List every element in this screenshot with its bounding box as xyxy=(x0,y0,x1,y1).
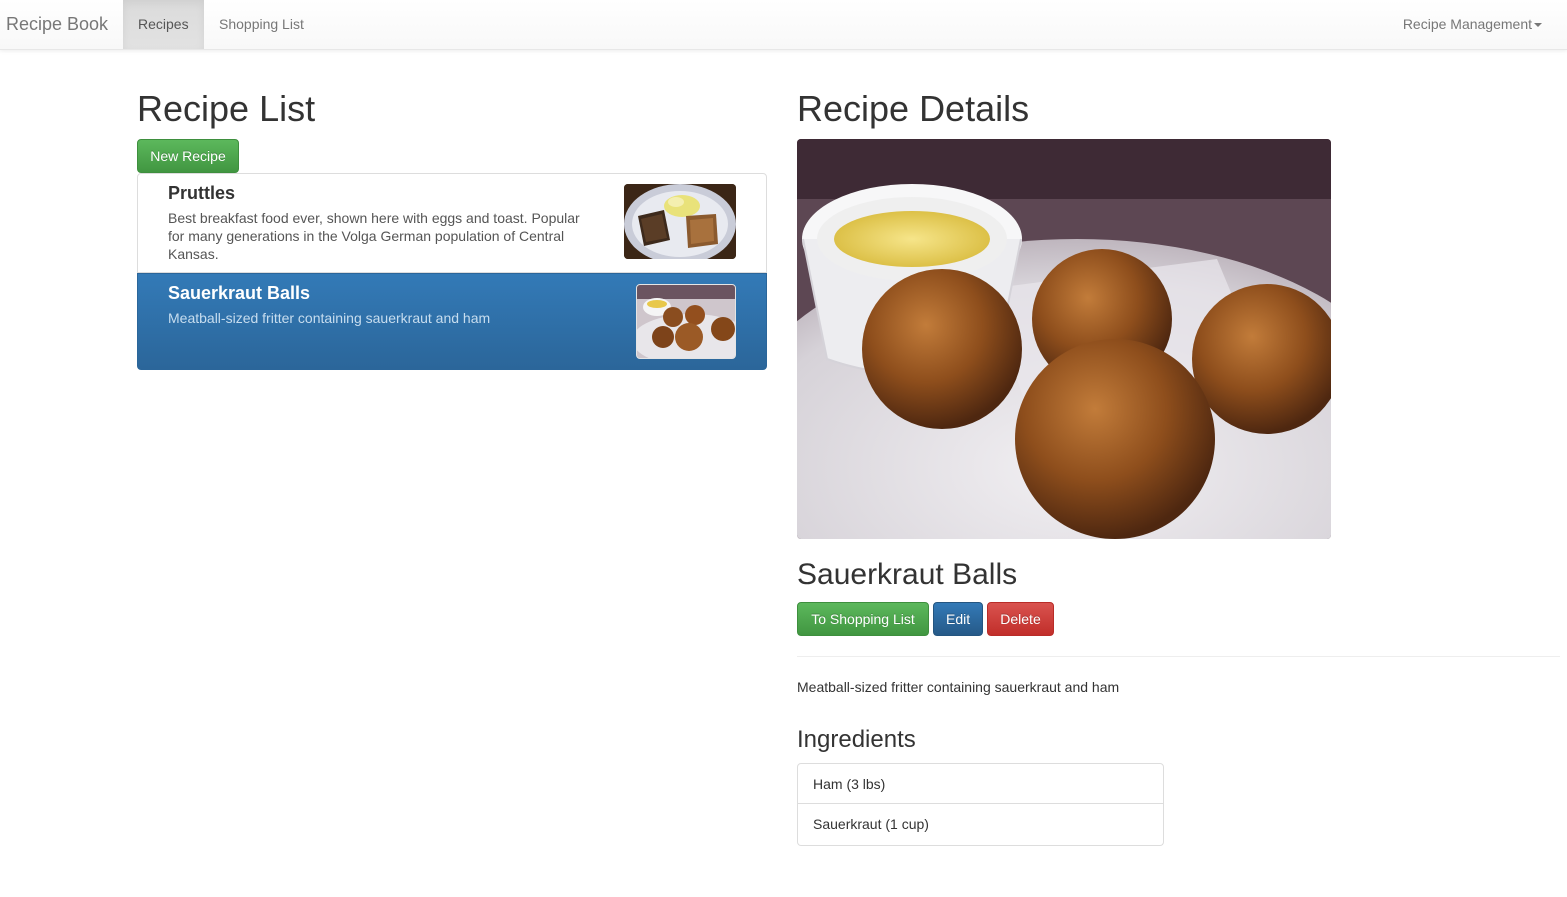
recipe-detail-image xyxy=(797,139,1331,539)
top-navbar: Recipe Book Recipes Shopping List Recipe… xyxy=(0,0,1567,50)
recipe-item-description: Best breakfast food ever, shown here wit… xyxy=(168,210,580,262)
recipe-list-item[interactable]: Pruttles Best breakfast food ever, shown… xyxy=(137,173,767,273)
ingredient-item: Sauerkraut (1 cup) xyxy=(797,804,1164,846)
recipe-list-heading: Recipe List xyxy=(137,88,316,129)
recipe-item-thumbnail xyxy=(624,184,736,259)
tab-shopping-list[interactable]: Shopping List xyxy=(204,0,319,49)
ingredients-heading: Ingredients xyxy=(797,726,916,753)
recipe-detail-name: Sauerkraut Balls xyxy=(797,558,1018,591)
to-shopping-list-button[interactable]: To Shopping List xyxy=(797,602,929,636)
recipe-item-name: Sauerkraut Balls xyxy=(168,283,311,303)
recipe-management-dropdown[interactable]: Recipe Management xyxy=(1388,0,1557,49)
recipe-details-heading: Recipe Details xyxy=(797,88,1030,129)
new-recipe-button[interactable]: New Recipe xyxy=(137,139,239,173)
recipe-management-label: Recipe Management xyxy=(1402,16,1532,32)
recipe-list-item-selected[interactable]: Sauerkraut Balls Meatball-sized fritter … xyxy=(137,273,767,370)
divider xyxy=(797,656,1560,657)
edit-button[interactable]: Edit xyxy=(933,602,983,636)
caret-down-icon xyxy=(1534,23,1542,28)
brand-link[interactable]: Recipe Book xyxy=(6,14,108,35)
recipe-detail-description: Meatball-sized fritter containing sauerk… xyxy=(797,679,1120,695)
ingredient-item: Ham (3 lbs) xyxy=(797,763,1164,804)
tab-recipes[interactable]: Recipes xyxy=(123,0,204,49)
recipe-item-description: Meatball-sized fritter containing sauerk… xyxy=(168,310,491,326)
ingredients-list: Ham (3 lbs) Sauerkraut (1 cup) xyxy=(797,763,1164,846)
delete-button[interactable]: Delete xyxy=(987,602,1054,636)
recipe-item-name: Pruttles xyxy=(168,183,236,203)
recipe-item-thumbnail xyxy=(636,284,736,359)
